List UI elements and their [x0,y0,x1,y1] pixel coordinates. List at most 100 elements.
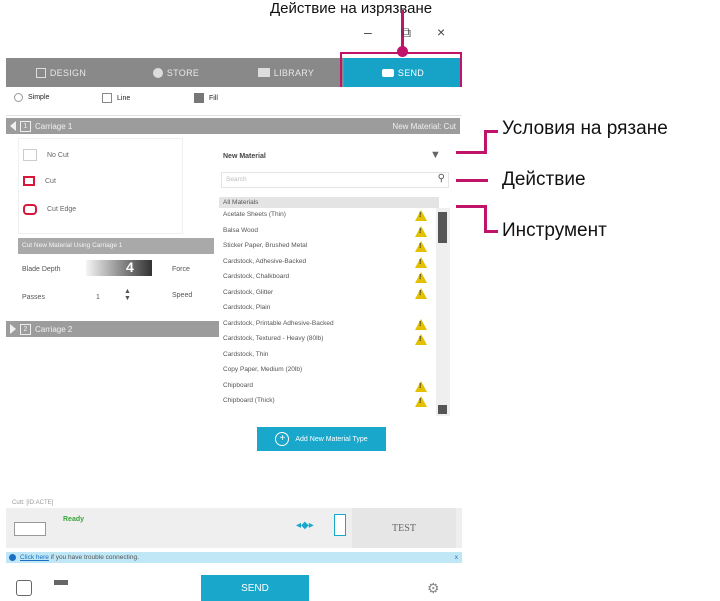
warning-icon [415,241,427,252]
tool-line[interactable]: Line [102,93,130,103]
design-icon [35,67,46,78]
material-list-header: All Materials [219,197,439,208]
expand-arrow-icon [10,324,16,334]
scroll-down-icon[interactable] [438,405,447,414]
carriage-select-icon[interactable] [334,514,346,536]
speed-label: Speed [172,292,193,299]
warning-icon [415,334,427,345]
passes-value[interactable]: 1 [96,294,100,301]
material-list-item[interactable]: Cardstock, Textured - Heavy (80lb) [223,335,323,342]
info-icon [9,553,16,561]
info-close-button[interactable]: x [455,552,458,563]
material-list-item[interactable]: Chipboard (Thick) [223,397,275,404]
carriage-1-bar[interactable]: 1 Carriage 1 New Material: Cut [6,118,460,134]
education-icon[interactable] [54,580,68,593]
action-list: No Cut Cut Cut Edge [18,138,183,234]
machine-ready-status: Ready [63,516,85,523]
material-search-field[interactable]: Search ⚲ [221,172,449,188]
tab-design[interactable]: DESIGN [6,58,116,87]
action-cut-edge[interactable]: Cut Edge [23,204,76,215]
warning-icon [415,396,427,407]
warning-icon [415,318,427,330]
library-icon [257,68,270,77]
material-dropdown-icon[interactable]: ▼ [430,149,441,161]
action-cut-label: Cut [45,177,56,185]
send-mode-toolbar: Simple Line Fill [6,87,462,116]
material-list-item[interactable]: Cardstock, Chalkboard [223,273,289,280]
material-list-item[interactable]: Chipboard [223,382,253,389]
carriage-2-number: 2 [20,323,31,335]
add-icon: + [275,432,290,446]
warning-icon [415,256,427,268]
material-list-item[interactable]: Sticker Paper, Brushed Metal [223,242,307,249]
warning-icon [415,272,427,283]
warning-icon [415,225,427,237]
warning-icon [415,210,427,221]
callout-top-label: Действие на изрязване [270,0,433,17]
material-list-item[interactable]: Balsa Wood [223,227,258,234]
cut-icon [23,176,35,186]
settings-gear-icon[interactable]: ⚙ [427,580,440,597]
callout-tool-line [456,205,484,208]
close-button[interactable]: × [437,24,445,40]
test-button[interactable]: TEST [352,508,456,548]
material-list-item[interactable]: Cardstock, Thin [223,351,268,358]
cut-edge-icon [23,204,37,215]
fill-icon [194,93,204,103]
material-panel: New Material ▼ Search ⚲ All Materials Ac… [219,141,454,461]
material-list-item[interactable]: Copy Paper, Medium (20lb) [223,366,302,373]
action-no-cut[interactable]: No Cut [23,149,69,161]
carriage-1-label: Carriage 1 [35,121,73,131]
tool-fill[interactable]: Fill [194,93,218,103]
action-no-cut-label: No Cut [47,151,69,159]
callout-action: Действие [502,169,586,190]
material-scrollbar-thumb[interactable] [438,212,447,243]
search-icon: ⚲ [437,173,445,184]
machine-icon [14,522,46,536]
material-list-item[interactable]: Acetate Sheets (Thin) [223,211,286,218]
blade-depth-value: 4 [126,259,134,275]
callout-tool-bracket [484,205,487,233]
action-cut[interactable]: Cut [23,176,56,186]
tool-simple-label: Simple [28,94,50,101]
passes-label: Passes [22,294,45,301]
blade-depth-label: Blade Depth [22,266,61,273]
material-list-item[interactable]: Cardstock, Glitter [223,289,273,296]
radio-icon [14,93,23,102]
callout-tool: Инструмент [502,220,607,241]
material-search-placeholder: Search [226,176,247,183]
callout-cut-conditions-line [456,151,484,154]
info-text: if you have trouble connecting. [48,554,139,561]
tab-store-label: STORE [166,67,200,78]
carriage-2-bar[interactable]: 2 Carriage 2 [6,321,219,337]
callout-cut-conditions-bracket [484,130,487,154]
carriage-2-label: Carriage 2 [35,324,73,334]
machine-status-area: Ready ◂◆▸ TEST [6,508,462,548]
tab-library[interactable]: LIBRARY [231,58,341,87]
store-icon [152,67,163,78]
warning-icon [415,287,427,299]
callout-tool-tick [484,230,498,233]
tool-fill-label: Fill [209,94,218,102]
tool-simple[interactable]: Simple [14,93,49,102]
add-material-button[interactable]: + Add New Material Type [257,427,386,451]
help-link[interactable]: Click here [20,554,49,561]
material-list-item[interactable]: Cardstock, Plain [223,304,270,311]
material-list-item[interactable]: Cardstock, Printable Adhesive-Backed [223,320,334,327]
machine-settings-icon[interactable] [16,580,32,596]
blade-depth-stepper[interactable] [86,260,152,276]
add-material-label: Add New Material Type [295,435,368,443]
send-tab-highlight [340,52,462,92]
passes-stepper-icon[interactable]: ▲ ▼ [124,288,131,302]
move-arrows-icon[interactable]: ◂◆▸ [296,520,314,531]
machine-code: Cutt: [ID:ACTE] [12,500,54,506]
force-label: Force [172,266,190,273]
material-list-item[interactable]: Cardstock, Adhesive-Backed [223,258,306,265]
carriage-1-summary: New Material: Cut [392,121,456,131]
restore-button[interactable]: ⧉ [401,24,411,41]
material-selected[interactable]: New Material [223,153,266,160]
tab-store[interactable]: STORE [121,58,231,87]
connection-info-bar: Click here if you have trouble connectin… [6,552,462,563]
minimize-button[interactable]: – [364,24,372,40]
send-button[interactable]: SEND [201,575,309,601]
